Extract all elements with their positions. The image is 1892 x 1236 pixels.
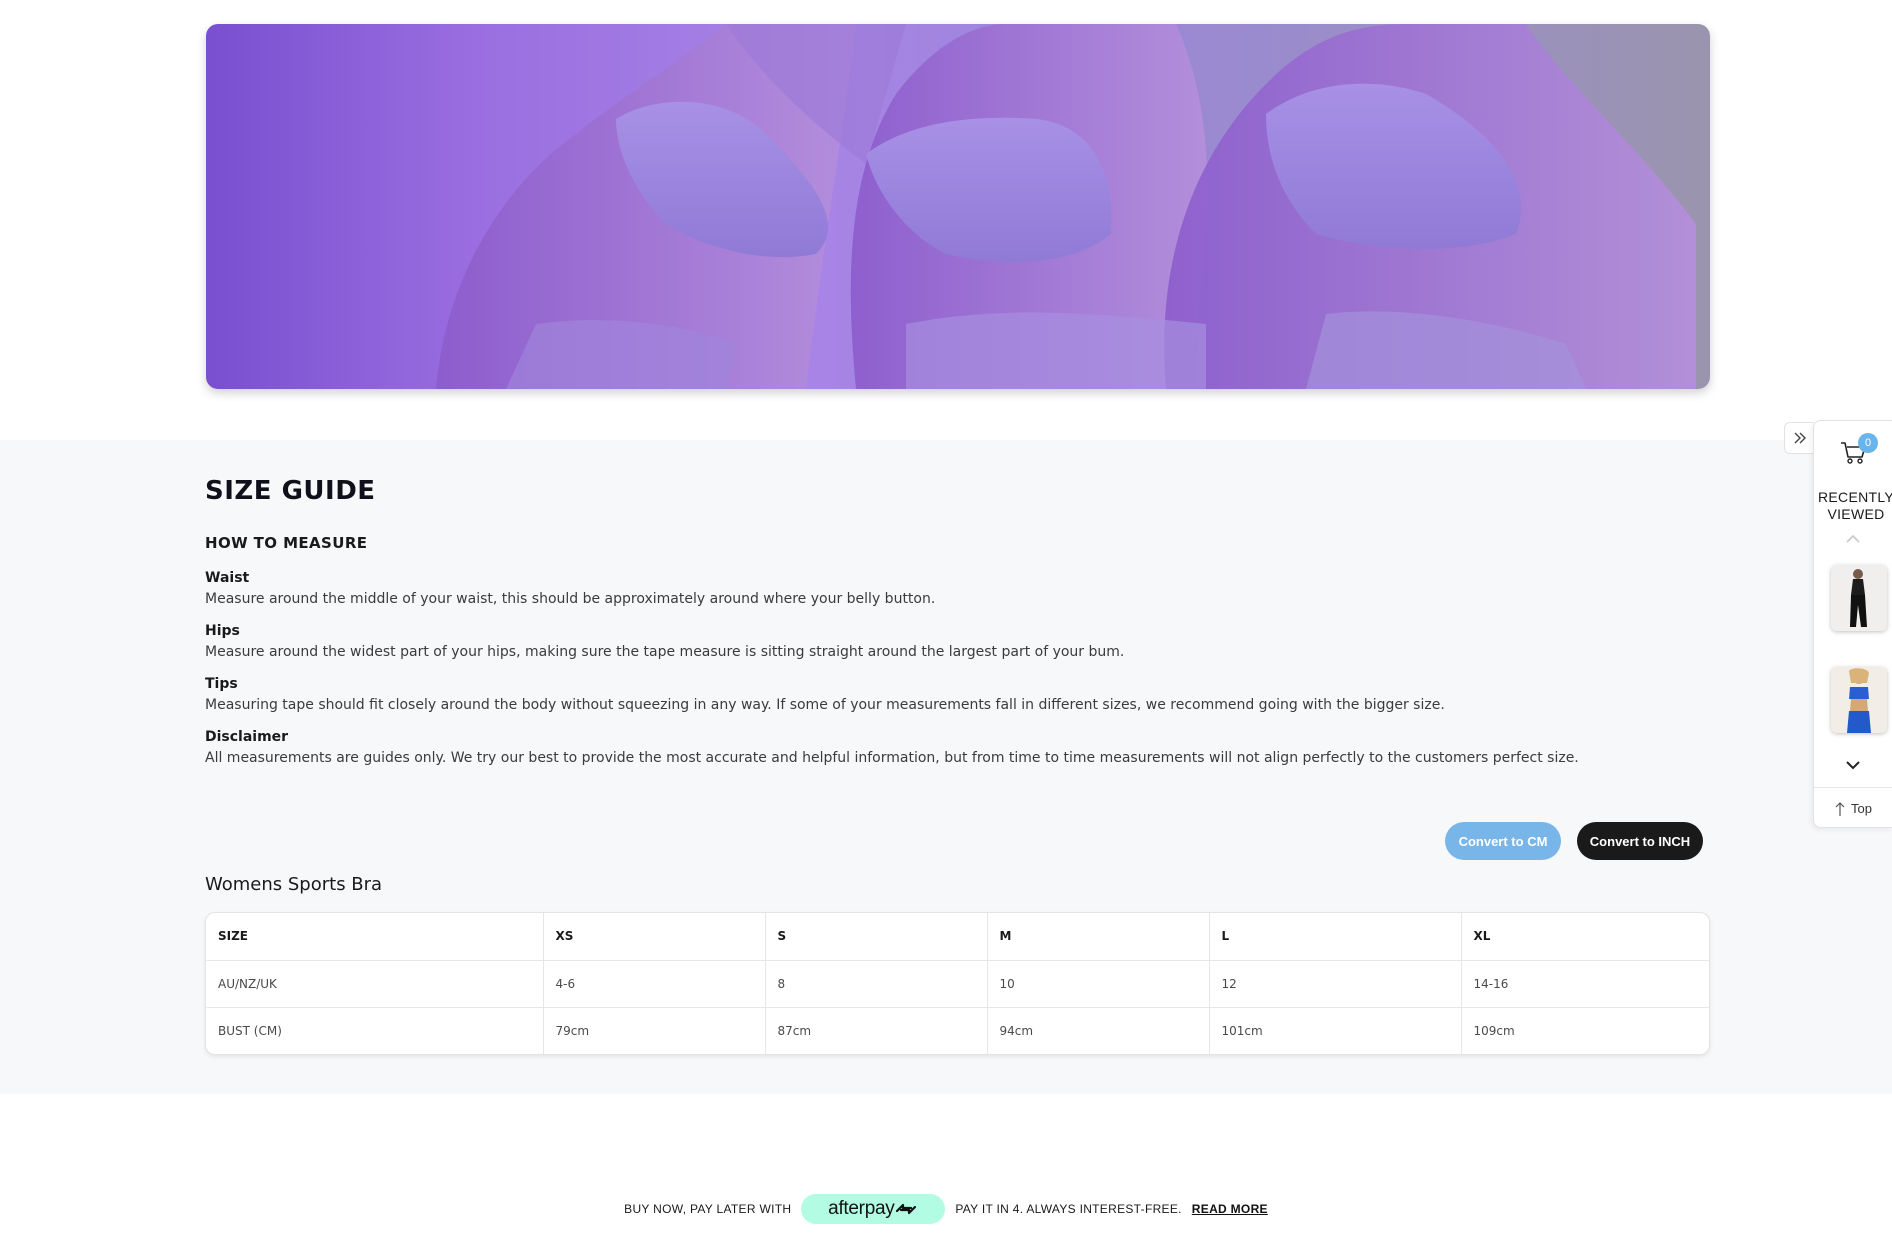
collapse-widget-button[interactable]: [1784, 422, 1814, 454]
size-table-title: Womens Sports Bra: [205, 874, 383, 895]
how-to-measure-heading: HOW TO MEASURE: [205, 534, 368, 552]
table-row: BUST (CM) 79cm 87cm 94cm 101cm 109cm: [206, 1007, 1709, 1054]
convert-to-cm-button[interactable]: Convert to CM: [1445, 822, 1561, 860]
table-cell: 10: [987, 960, 1210, 1008]
size-guide-section: SIZE GUIDE HOW TO MEASURE Waist Measure …: [0, 440, 1892, 1094]
measurement-instructions: Waist Measure around the middle of your …: [205, 570, 1605, 782]
table-cell: BUST (CM): [206, 1007, 544, 1054]
table-cell: AU/NZ/UK: [206, 960, 544, 1008]
measure-heading: Tips: [205, 676, 238, 692]
table-header-cell: XS: [543, 913, 766, 961]
table-header-row: SIZE XS S M L XL: [206, 913, 1709, 961]
measure-text: Measure around the widest part of your h…: [205, 644, 1125, 660]
convert-to-inch-button[interactable]: Convert to INCH: [1577, 822, 1703, 860]
afterpay-prefix: BUY NOW, PAY LATER WITH: [624, 1202, 792, 1216]
size-table: SIZE XS S M L XL AU/NZ/UK 4-6 8 10 12 14…: [205, 912, 1710, 1055]
back-to-top-link[interactable]: Top: [1814, 787, 1892, 829]
chevron-down-icon[interactable]: [1844, 759, 1862, 771]
table-cell: 87cm: [765, 1007, 988, 1054]
recently-viewed-product-thumbnail[interactable]: [1831, 565, 1887, 631]
recently-viewed-widget: 0 RECENTLY VIEWED Top: [1813, 420, 1892, 828]
afterpay-banner: BUY NOW, PAY LATER WITH afterpay PAY IT …: [0, 1192, 1892, 1226]
recently-viewed-label: RECENTLY VIEWED: [1818, 489, 1892, 522]
table-cell: 8: [765, 960, 988, 1008]
arrow-up-icon: [1835, 801, 1845, 816]
product-image-black-leggings: [1831, 565, 1887, 631]
recently-viewed-product-thumbnail[interactable]: [1831, 667, 1887, 733]
table-cell: 14-16: [1461, 960, 1709, 1008]
measure-item-tips: Tips Measuring tape should fit closely a…: [205, 676, 1605, 713]
measure-item-hips: Hips Measure around the widest part of y…: [205, 623, 1605, 660]
measure-text: All measurements are guides only. We try…: [205, 750, 1579, 766]
table-cell: 101cm: [1209, 1007, 1462, 1054]
table-cell: 94cm: [987, 1007, 1210, 1054]
table-cell: 4-6: [543, 960, 766, 1008]
table-header-cell: SIZE: [206, 913, 544, 961]
afterpay-logo: afterpay: [801, 1194, 946, 1224]
measure-text: Measure around the middle of your waist,…: [205, 591, 936, 607]
hero-banner-image: [206, 24, 1710, 389]
chevron-up-icon[interactable]: [1844, 533, 1862, 545]
read-more-link[interactable]: READ MORE: [1192, 1202, 1268, 1216]
cart-count-badge: 0: [1858, 433, 1878, 453]
table-cell: 79cm: [543, 1007, 766, 1054]
measure-heading: Waist: [205, 570, 250, 586]
table-header-cell: M: [987, 913, 1210, 961]
page: SIZE GUIDE HOW TO MEASURE Waist Measure …: [0, 0, 1892, 1236]
table-header-cell: S: [765, 913, 988, 961]
measure-text: Measuring tape should fit closely around…: [205, 697, 1445, 713]
afterpay-logo-text: afterpay: [828, 1198, 895, 1219]
measure-item-waist: Waist Measure around the middle of your …: [205, 570, 1605, 607]
size-guide-title: SIZE GUIDE: [205, 476, 376, 506]
double-chevron-right-icon: [1794, 432, 1806, 444]
table-cell: 109cm: [1473, 1023, 1515, 1038]
top-label: Top: [1851, 801, 1872, 816]
afterpay-arrows-icon: [896, 1203, 917, 1215]
table-header-cell: L: [1209, 913, 1462, 961]
measure-item-disclaimer: Disclaimer All measurements are guides o…: [205, 729, 1605, 766]
hero-illustration: [436, 24, 1696, 389]
table-cell: 12: [1209, 960, 1462, 1008]
table-row: AU/NZ/UK 4-6 8 10 12 14-16: [206, 960, 1709, 1008]
measure-heading: Disclaimer: [205, 729, 289, 745]
afterpay-suffix: PAY IT IN 4. ALWAYS INTEREST-FREE.: [955, 1202, 1182, 1216]
product-image-blue-set: [1831, 667, 1887, 733]
measure-heading: Hips: [205, 623, 240, 639]
table-header-cell: XL: [1461, 913, 1709, 961]
